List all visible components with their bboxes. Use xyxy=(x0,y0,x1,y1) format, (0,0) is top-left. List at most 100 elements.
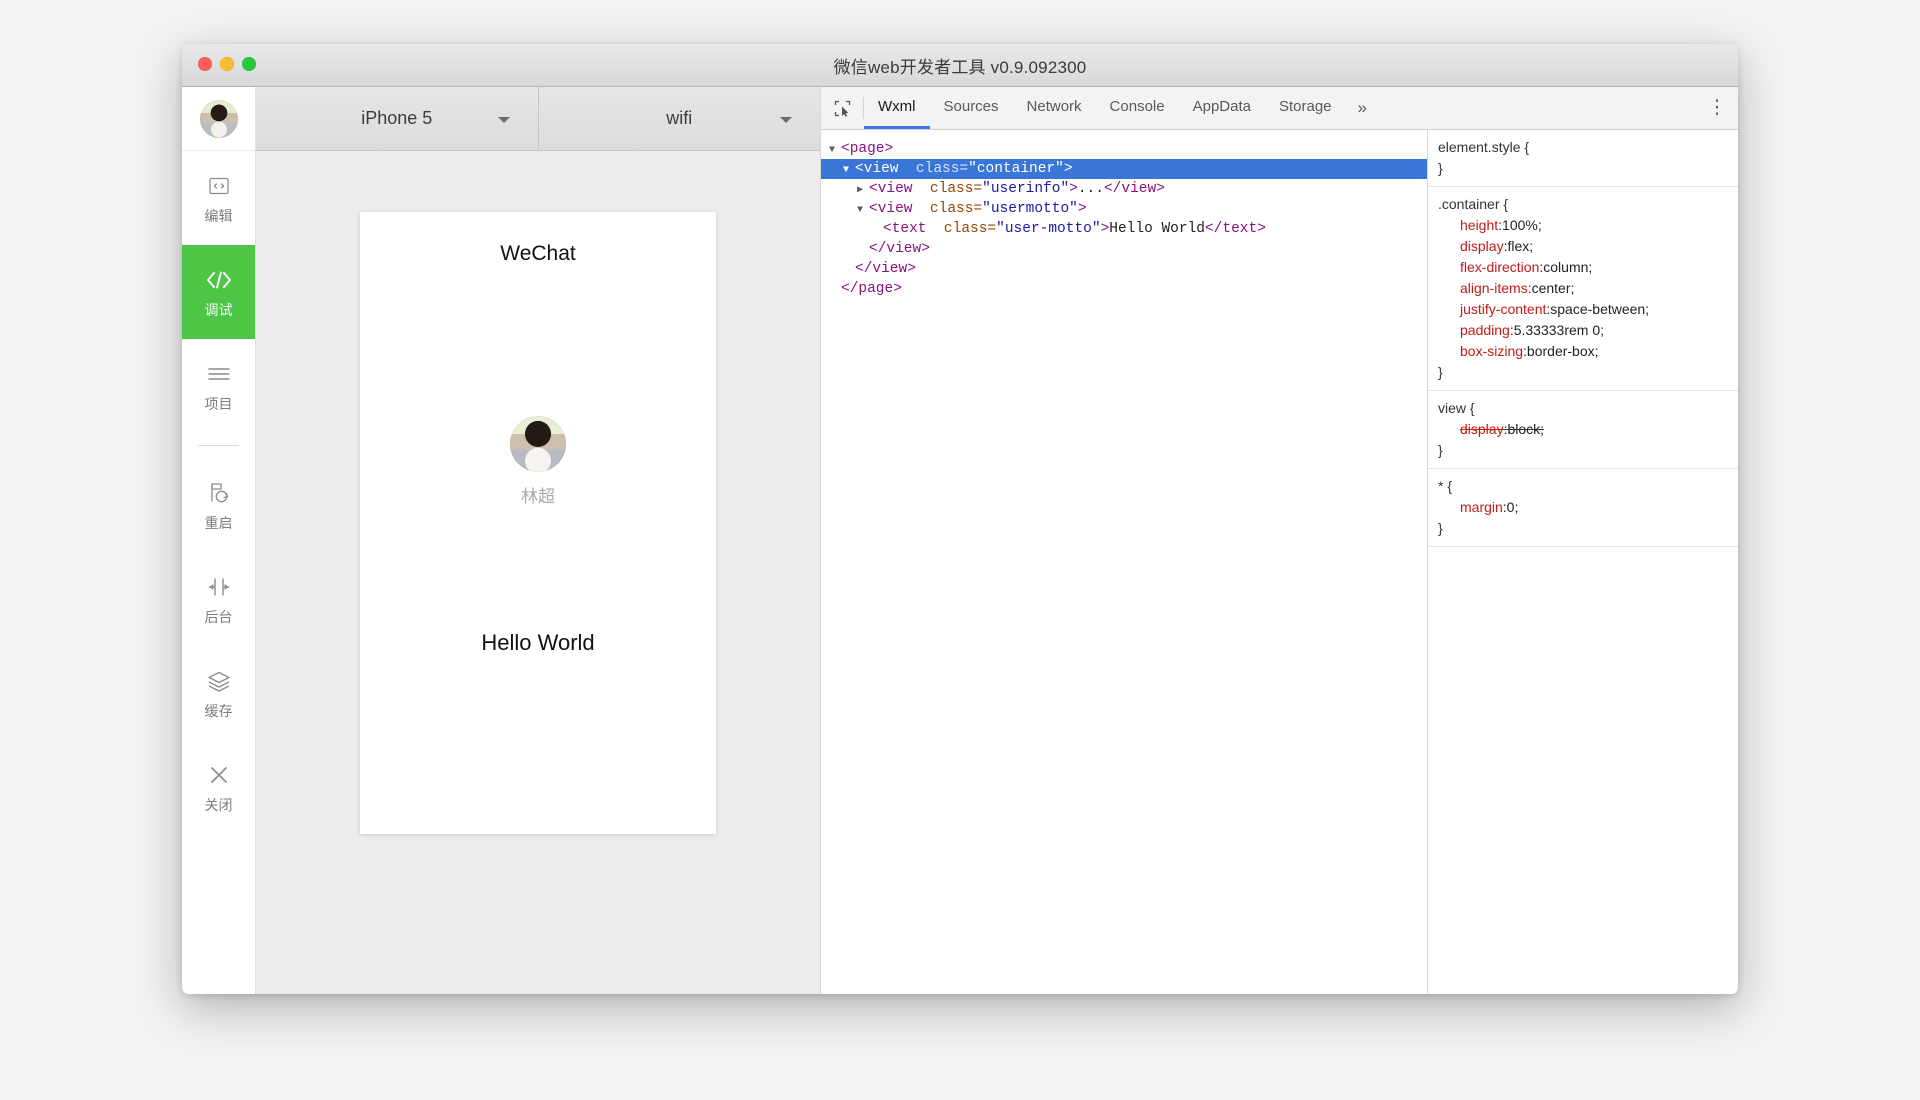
css-rule-close: } xyxy=(1438,520,1443,536)
devtools-pane: Wxml Sources Network Console AppData Sto… xyxy=(820,87,1738,994)
sidebar-divider xyxy=(198,445,239,446)
avatar-image xyxy=(199,99,238,138)
left-sidebar: 编辑 调试 项目 重启 后台 缓存 关闭 xyxy=(182,87,256,994)
dom-tree-row[interactable]: </view> xyxy=(821,239,1427,259)
css-property-value: :center; xyxy=(1527,280,1575,296)
dom-tree-row[interactable]: <page> xyxy=(821,139,1427,159)
css-selector: view { xyxy=(1438,400,1475,416)
chevron-down-icon[interactable] xyxy=(857,201,869,221)
dom-token-tag: </view> xyxy=(855,261,916,277)
css-property-value: :0; xyxy=(1502,499,1519,515)
sidebar-item-edit[interactable]: 编辑 xyxy=(182,151,255,245)
sidebar-item-debug[interactable]: 调试 xyxy=(182,245,255,339)
network-type-select[interactable]: wifi xyxy=(537,87,821,150)
css-declaration[interactable]: flex-direction:column; xyxy=(1438,257,1738,278)
sidebar-item-label: 项目 xyxy=(204,396,233,412)
css-property-name: height xyxy=(1460,217,1499,233)
close-window-button[interactable] xyxy=(198,57,212,71)
dom-token-attrval: "userinfo" xyxy=(982,181,1070,197)
css-rule[interactable]: .container {height:100%; display:flex; fle… xyxy=(1428,187,1738,391)
css-rule[interactable]: view {display:block;} xyxy=(1428,391,1738,469)
dom-token-attrname: class= xyxy=(898,161,969,177)
code-box-icon xyxy=(207,173,231,199)
css-rule[interactable]: * { margin:0;} xyxy=(1428,469,1738,547)
css-property-value: :border-box; xyxy=(1523,343,1599,359)
tab-appdata[interactable]: AppData xyxy=(1179,87,1265,129)
css-property-name: display xyxy=(1460,421,1504,437)
user-avatar-image xyxy=(510,415,566,472)
inspect-element-icon[interactable] xyxy=(821,87,863,129)
dom-tree-row[interactable]: </view> xyxy=(821,259,1427,279)
dom-tree-row[interactable]: </page> xyxy=(821,279,1427,299)
tab-sources[interactable]: Sources xyxy=(930,87,1013,129)
dom-tree-row[interactable]: <view class="usermotto"> xyxy=(821,199,1427,219)
tab-storage[interactable]: Storage xyxy=(1265,87,1346,129)
close-x-icon xyxy=(207,762,231,788)
kebab-menu-icon[interactable]: ⋮ xyxy=(1696,87,1738,129)
sidebar-item-label: 缓存 xyxy=(204,703,233,719)
tab-wxml[interactable]: Wxml xyxy=(864,87,930,129)
css-property-name: box-sizing xyxy=(1460,343,1524,359)
phone-screen: WeChat 林超 Hello World xyxy=(360,212,716,834)
css-declaration[interactable]: justify-content:space-between; xyxy=(1438,299,1738,320)
tab-label: Console xyxy=(1109,98,1165,115)
css-rule-close: } xyxy=(1438,160,1443,176)
dom-token-tag: </text> xyxy=(1204,221,1266,237)
chevron-right-icon[interactable] xyxy=(857,181,869,201)
restart-icon xyxy=(206,480,232,506)
dom-token-tag: <view xyxy=(869,201,913,217)
dom-tree-row[interactable]: <text class="user-motto">Hello World</te… xyxy=(821,219,1427,239)
chevron-down-icon[interactable] xyxy=(829,141,841,161)
css-selector: .container { xyxy=(1438,196,1509,212)
css-declaration[interactable]: margin:0; xyxy=(1438,497,1738,518)
dom-tree-pane[interactable]: <page><view class="container"><view clas… xyxy=(821,130,1428,994)
userinfo-block[interactable]: 林超 xyxy=(510,415,566,507)
sidebar-item-label: 后台 xyxy=(204,609,233,625)
chevron-down-icon xyxy=(780,116,792,123)
sidebar-item-project[interactable]: 项目 xyxy=(182,339,255,433)
dom-token-attrname: class= xyxy=(926,221,997,237)
css-rule[interactable]: element.style {} xyxy=(1428,130,1738,187)
tab-network[interactable]: Network xyxy=(1013,87,1096,129)
user-motto-text: Hello World xyxy=(481,630,595,655)
sidebar-item-restart[interactable]: 重启 xyxy=(182,458,255,552)
sidebar-item-close[interactable]: 关闭 xyxy=(182,740,255,834)
window-title: 微信web开发者工具 v0.9.092300 xyxy=(833,57,1087,77)
sidebar-item-background[interactable]: 后台 xyxy=(182,552,255,646)
sidebar-item-cache[interactable]: 缓存 xyxy=(182,646,255,740)
css-property-value: :100%; xyxy=(1498,217,1542,233)
css-property-value: :flex; xyxy=(1503,238,1534,254)
styles-pane[interactable]: element.style {} .container { height:100%;… xyxy=(1428,130,1738,994)
css-property-name: padding xyxy=(1460,322,1510,338)
window-body: 编辑 调试 项目 重启 后台 缓存 关闭 iPhone 5 wifi WeCha… xyxy=(182,87,1738,994)
css-property-name: flex-direction xyxy=(1460,259,1540,275)
dom-tree-row[interactable]: <view class="container"> xyxy=(821,159,1427,179)
chevron-down-icon[interactable] xyxy=(843,161,855,181)
css-declaration[interactable]: height:100%; xyxy=(1438,215,1738,236)
dom-token-tag: > xyxy=(1069,181,1078,197)
dom-token-text: ... xyxy=(1077,181,1104,197)
list-lines-icon xyxy=(206,361,232,387)
css-declaration[interactable]: padding:5.33333rem 0; xyxy=(1438,320,1738,341)
tab-console[interactable]: Console xyxy=(1096,87,1179,129)
dom-token-tag: </view> xyxy=(1103,181,1165,197)
dom-token-tag: > xyxy=(1100,221,1110,237)
sidebar-avatar[interactable] xyxy=(182,87,255,151)
dom-token-tag: </view> xyxy=(869,241,930,257)
dom-token-tag: > xyxy=(1063,161,1073,177)
dom-token-tag: > xyxy=(1077,201,1087,217)
zoom-window-button[interactable] xyxy=(242,57,256,71)
more-tabs-button[interactable]: » xyxy=(1346,87,1379,129)
css-declaration[interactable]: display:block; xyxy=(1438,419,1738,440)
device-model-select[interactable]: iPhone 5 xyxy=(256,87,538,150)
dom-token-attrname: class= xyxy=(912,181,983,197)
minimize-window-button[interactable] xyxy=(220,57,234,71)
network-type-value: wifi xyxy=(666,108,693,128)
css-declaration[interactable]: align-items:center; xyxy=(1438,278,1738,299)
css-declaration[interactable]: display:flex; xyxy=(1438,236,1738,257)
css-selector: * { xyxy=(1438,478,1453,494)
dom-tree-row[interactable]: <view class="userinfo">...</view> xyxy=(821,179,1427,199)
css-declaration[interactable]: box-sizing:border-box; xyxy=(1438,341,1738,362)
dom-token-tag: <view xyxy=(869,181,913,197)
window-titlebar: 微信web开发者工具 v0.9.092300 xyxy=(182,44,1738,87)
